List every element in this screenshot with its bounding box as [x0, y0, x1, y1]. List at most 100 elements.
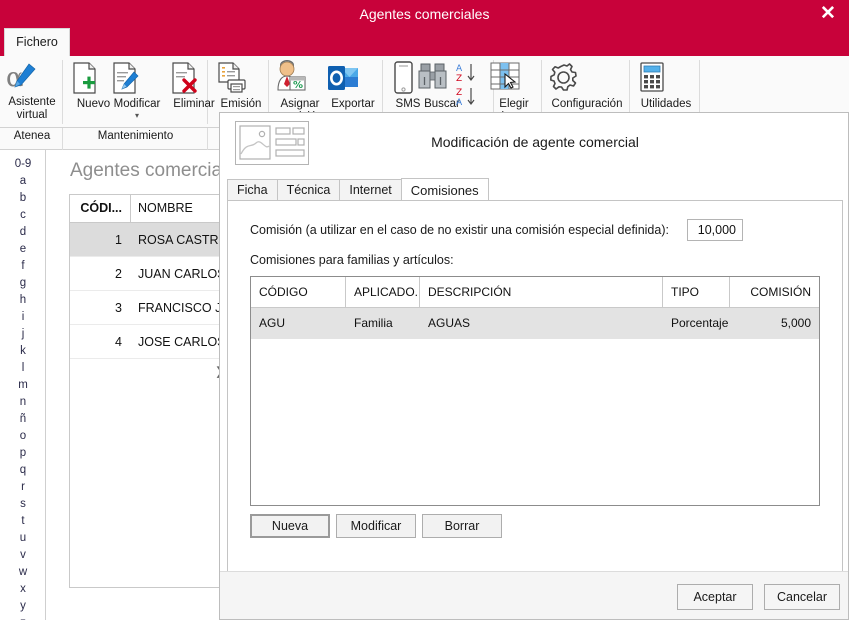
- ribbon-tab-strip: Fichero: [0, 28, 849, 56]
- alpha-item-j[interactable]: j: [0, 326, 46, 343]
- column-header-aplicado[interactable]: APLICADO...: [346, 277, 419, 307]
- modification-dialog: Modificación de agente comercial Ficha T…: [219, 112, 849, 620]
- column-header-codigo[interactable]: CÓDI...: [70, 195, 130, 222]
- application-window: Agentes comerciales ✕ Fichero α Asistent…: [0, 0, 849, 620]
- ribbon-button-asistente-virtual[interactable]: α Asistente virtual: [2, 60, 62, 121]
- edit-document-icon: [106, 60, 168, 96]
- ribbon-label: Modificar: [113, 98, 161, 110]
- alpha-item-k[interactable]: k: [0, 343, 46, 360]
- alpha-item-s[interactable]: s: [0, 496, 46, 513]
- cancelar-button[interactable]: Cancelar: [764, 584, 840, 610]
- alpha-item-u[interactable]: u: [0, 530, 46, 547]
- alpha-item-o[interactable]: o: [0, 428, 46, 445]
- borrar-button[interactable]: Borrar: [422, 514, 502, 538]
- window-title: Agentes comerciales: [359, 6, 490, 22]
- modificar-button[interactable]: Modificar: [336, 514, 416, 538]
- ribbon-divider: [62, 60, 63, 124]
- aceptar-button[interactable]: Aceptar: [677, 584, 753, 610]
- tab-ficha[interactable]: Ficha: [227, 179, 277, 201]
- alpha-item-enye[interactable]: ñ: [0, 411, 46, 428]
- assign-commission-icon: %: [272, 60, 328, 96]
- commissions-actions: Nueva Modificar Borrar: [250, 514, 508, 538]
- alpha-item-g[interactable]: g: [0, 275, 46, 292]
- alpha-item-p[interactable]: p: [0, 445, 46, 462]
- cell-codigo: 2: [115, 267, 122, 281]
- alpha-item-l[interactable]: l: [0, 360, 46, 377]
- ribbon-button-emision[interactable]: Emisión: [213, 60, 269, 111]
- cell-comision: 5,000: [780, 316, 811, 330]
- table-row[interactable]: AGU Familia AGUAS Porcentaje 5,000: [251, 308, 819, 339]
- chevron-down-icon[interactable]: ▾: [106, 111, 168, 120]
- group-label-atenea: Atenea: [13, 130, 51, 142]
- alpha-item-n[interactable]: n: [0, 394, 46, 411]
- ribbon-button-modificar[interactable]: Modificar ▾: [106, 60, 168, 120]
- cell-descripcion: AGUAS: [428, 316, 471, 330]
- tab-tecnica[interactable]: Técnica: [276, 179, 340, 201]
- alpha-item-h[interactable]: h: [0, 292, 46, 309]
- alpha-item-b[interactable]: b: [0, 190, 46, 207]
- sort-descending-icon: Z A: [455, 86, 485, 108]
- alpha-item-c[interactable]: c: [0, 207, 46, 224]
- sort-ascending-icon: A Z: [455, 62, 485, 84]
- column-header-tipo[interactable]: TIPO: [663, 277, 729, 307]
- alphabet-filter-bar: 0-9 a b c d e f g h i j k l m n ñ o p q …: [0, 150, 46, 620]
- dialog-title: Modificación de agente comercial: [431, 134, 639, 150]
- cell-codigo: 3: [115, 301, 122, 315]
- alpha-item-x[interactable]: x: [0, 581, 46, 598]
- cell-codigo: 4: [115, 335, 122, 349]
- alpha-item-w[interactable]: w: [0, 564, 46, 581]
- svg-text:%: %: [293, 80, 303, 91]
- alpha-item-z[interactable]: z: [0, 615, 46, 620]
- ribbon-button-utilidades[interactable]: Utilidades ▾: [634, 60, 698, 120]
- dialog-footer: Aceptar Cancelar: [220, 571, 848, 619]
- group-divider: [62, 128, 63, 150]
- cell-tipo: Porcentaje: [671, 316, 729, 330]
- alpha-item-r[interactable]: r: [0, 479, 46, 496]
- alpha-item-e[interactable]: e: [0, 241, 46, 258]
- comisiones-panel: Comisión (a utilizar en el caso de no ex…: [227, 200, 843, 580]
- svg-text:Z: Z: [456, 74, 462, 84]
- cell-aplicado: Familia: [354, 316, 393, 330]
- alpha-item-q[interactable]: q: [0, 462, 46, 479]
- ribbon-label: Configuración: [551, 98, 623, 110]
- ribbon-label-2: virtual: [16, 108, 48, 121]
- svg-text:A: A: [456, 64, 463, 74]
- ribbon-button-exportar[interactable]: Exportar: [325, 60, 381, 111]
- print-document-icon: [213, 60, 269, 96]
- alpha-item-d[interactable]: d: [0, 224, 46, 241]
- tab-internet[interactable]: Internet: [339, 179, 401, 201]
- gear-icon: [546, 60, 628, 96]
- alpha-item-v[interactable]: v: [0, 547, 46, 564]
- ribbon-label: Elegir: [499, 98, 529, 110]
- nueva-button[interactable]: Nueva: [250, 514, 330, 538]
- commissions-list-label: Comisiones para familias y artículos:: [250, 253, 454, 267]
- alpha-item-a[interactable]: a: [0, 173, 46, 190]
- cell-codigo: 1: [115, 233, 122, 247]
- ribbon-label: Emisión: [220, 98, 262, 110]
- ribbon-button-configuracion[interactable]: Configuración: [546, 60, 628, 111]
- alpha-item-y[interactable]: y: [0, 598, 46, 615]
- ribbon-label: Utilidades: [640, 98, 692, 110]
- alpha-item-t[interactable]: t: [0, 513, 46, 530]
- alpha-item-m[interactable]: m: [0, 377, 46, 394]
- close-icon[interactable]: ✕: [816, 3, 840, 25]
- calculator-icon: [634, 60, 698, 96]
- alpha-item-0-9[interactable]: 0-9: [0, 156, 46, 173]
- alpha-pen-icon: α: [2, 60, 62, 94]
- default-commission-input[interactable]: [687, 219, 743, 241]
- svg-text:A: A: [456, 98, 463, 108]
- ribbon-label: Asignar: [280, 98, 320, 110]
- tab-fichero[interactable]: Fichero: [4, 28, 70, 56]
- sort-order-icons[interactable]: A Z Z A: [455, 62, 485, 110]
- default-commission-label: Comisión (a utilizar en el caso de no ex…: [250, 223, 669, 237]
- commissions-grid[interactable]: CÓDIGO APLICADO... DESCRIPCIÓN TIPO COMI…: [250, 276, 820, 506]
- default-commission-row: Comisión (a utilizar en el caso de no ex…: [250, 219, 830, 243]
- alpha-item-i[interactable]: i: [0, 309, 46, 326]
- alpha-item-f[interactable]: f: [0, 258, 46, 275]
- column-header-comision[interactable]: COMISIÓN: [730, 277, 819, 307]
- column-header-descripcion[interactable]: DESCRIPCIÓN: [420, 277, 662, 307]
- column-header-codigo[interactable]: CÓDIGO: [251, 277, 345, 307]
- dialog-header: Modificación de agente comercial: [220, 113, 848, 168]
- tab-comisiones[interactable]: Comisiones: [400, 178, 489, 201]
- ribbon-label: Asistente: [8, 96, 56, 108]
